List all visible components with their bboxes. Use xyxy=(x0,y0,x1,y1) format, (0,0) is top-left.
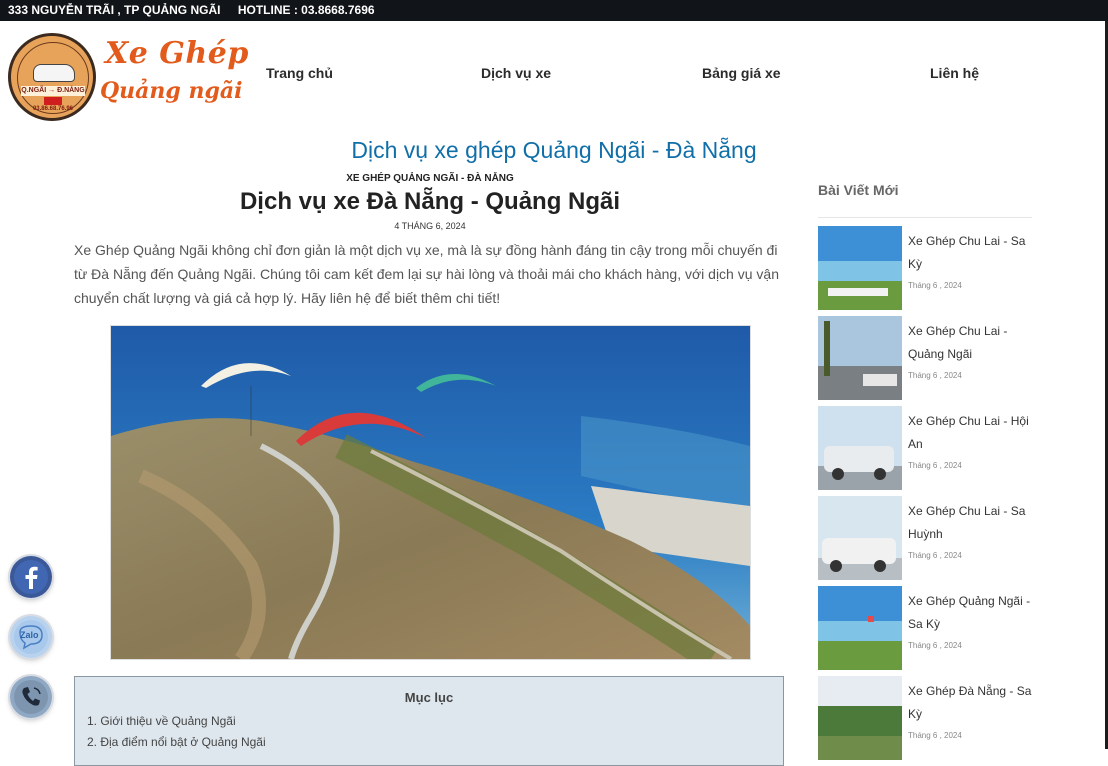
hotline-text[interactable]: HOTLINE : 03.8668.7696 xyxy=(238,3,375,17)
article-category[interactable]: XE GHÉP QUẢNG NGÃI - ĐÀ NẴNG xyxy=(74,173,786,184)
zalo-label: Zalo xyxy=(20,630,39,640)
table-of-contents: Mục lục 1. Giới thiệu về Quảng Ngãi 2. Đ… xyxy=(74,676,784,766)
post-title[interactable]: Xe Ghép Quảng Ngãi - Sa Kỳ xyxy=(908,590,1033,636)
phone-call-button[interactable] xyxy=(10,676,52,718)
sidebar-post[interactable]: Xe Ghép Chu Lai - Quảng Ngãi Tháng 6 , 2… xyxy=(818,316,1032,400)
article-intro: Xe Ghép Quảng Ngãi không chỉ đơn giản là… xyxy=(74,242,779,306)
car-icon xyxy=(33,64,75,82)
post-date: Tháng 6 , 2024 xyxy=(908,551,962,560)
address-text: 333 NGUYỄN TRÃI , TP QUẢNG NGÃI xyxy=(8,3,221,17)
page-title: Dịch vụ xe ghép Quảng Ngãi - Đà Nẵng xyxy=(351,137,757,163)
nav-contact[interactable]: Liên hệ xyxy=(930,65,979,81)
site-logo[interactable]: Q.NGÃI → Đ.NẴNG 03.86.68.76.96 Xe Ghép Q… xyxy=(8,30,248,122)
toc-title: Mục lục xyxy=(404,690,454,705)
article-date: 4 THÁNG 6, 2024 xyxy=(394,221,466,231)
facebook-button[interactable] xyxy=(10,556,52,598)
toc-item[interactable]: 2. Địa điểm nổi bật ở Quảng Ngãi xyxy=(87,735,266,749)
article-title: Dịch vụ xe Đà Nẵng - Quảng Ngãi xyxy=(239,188,621,215)
post-thumbnail[interactable] xyxy=(818,586,902,670)
post-date: Tháng 6 , 2024 xyxy=(908,461,962,470)
post-title[interactable]: Xe Ghép Đà Nẵng - Sa Kỳ xyxy=(908,680,1033,726)
post-title[interactable]: Xe Ghép Chu Lai - Quảng Ngãi xyxy=(908,320,1033,366)
nav-home[interactable]: Trang chủ xyxy=(266,65,333,81)
toc-item[interactable]: 1. Giới thiệu về Quảng Ngãi xyxy=(87,714,236,728)
facebook-icon xyxy=(14,560,48,594)
post-date: Tháng 6 , 2024 xyxy=(908,371,962,380)
post-title[interactable]: Xe Ghép Chu Lai - Sa Huỳnh xyxy=(908,500,1033,546)
post-thumbnail[interactable] xyxy=(818,316,902,400)
post-thumbnail[interactable] xyxy=(818,226,902,310)
sidebar-post[interactable]: Xe Ghép Chu Lai - Sa Huỳnh Tháng 6 , 202… xyxy=(818,496,1032,580)
post-thumbnail[interactable] xyxy=(818,406,902,490)
logo-subtitle: Quảng ngãi xyxy=(100,78,243,104)
sidebar-post[interactable]: Xe Ghép Chu Lai - Sa Kỳ Tháng 6 , 2024 xyxy=(818,226,1032,310)
sidebar-divider xyxy=(818,217,1032,218)
logo-title: Xe Ghép xyxy=(105,36,249,71)
logo-route: Q.NGÃI → Đ.NẴNG xyxy=(21,86,85,96)
sidebar-post[interactable]: Xe Ghép Đà Nẵng - Sa Kỳ Tháng 6 , 2024 xyxy=(818,676,1032,760)
sidebar-post[interactable]: Xe Ghép Quảng Ngãi - Sa Kỳ Tháng 6 , 202… xyxy=(818,586,1032,670)
nav-price-list[interactable]: Bảng giá xe xyxy=(702,65,781,81)
logo-phone: 03.86.68.76.96 xyxy=(32,106,74,112)
nav-services[interactable]: Dịch vụ xe xyxy=(481,65,551,81)
post-title[interactable]: Xe Ghép Chu Lai - Sa Kỳ xyxy=(908,230,1033,276)
zalo-button[interactable]: Zalo xyxy=(10,616,52,658)
post-thumbnail[interactable] xyxy=(818,676,902,760)
sidebar-title: Bài Viết Mới xyxy=(818,182,899,198)
paragliding-photo xyxy=(111,326,750,659)
phone-icon xyxy=(14,680,48,714)
logo-badge: Q.NGÃI → Đ.NẴNG 03.86.68.76.96 xyxy=(8,33,96,121)
sidebar-post[interactable]: Xe Ghép Chu Lai - Hội An Tháng 6 , 2024 xyxy=(818,406,1032,490)
post-date: Tháng 6 , 2024 xyxy=(908,641,962,650)
post-date: Tháng 6 , 2024 xyxy=(908,731,962,740)
post-date: Tháng 6 , 2024 xyxy=(908,281,962,290)
post-thumbnail[interactable] xyxy=(818,496,902,580)
post-title[interactable]: Xe Ghép Chu Lai - Hội An xyxy=(908,410,1033,456)
article-hero-image xyxy=(110,325,751,660)
top-info-bar: 333 NGUYỄN TRÃI , TP QUẢNG NGÃI HOTLINE … xyxy=(0,0,1108,21)
